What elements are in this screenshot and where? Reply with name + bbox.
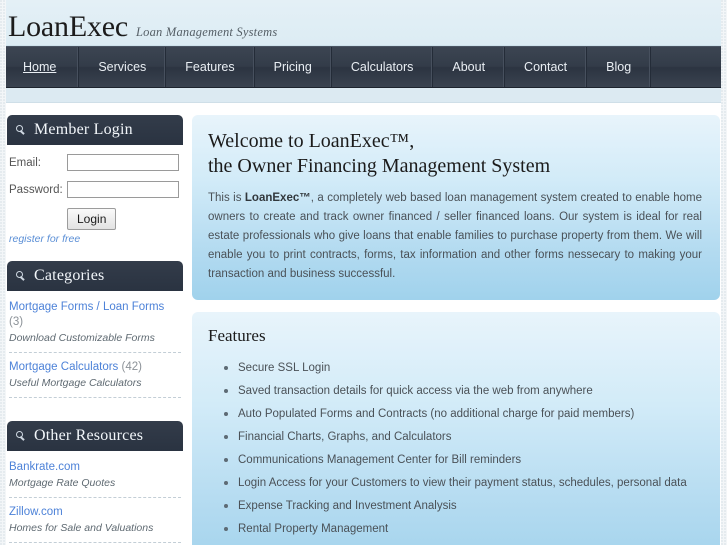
list-item: Rental Property Management [224,521,702,544]
welcome-heading-line2: the Owner Financing Management System [208,155,551,177]
login-button-row: Login [67,208,181,230]
member-login-form: Email: Password: Login register for free [7,145,183,247]
key-icon [16,431,27,442]
masthead: LoanExec Loan Management Systems [0,0,727,46]
main-navigation: Home Services Features Pricing Calculato… [0,46,727,88]
site-logo[interactable]: LoanExec [8,12,128,42]
category-subtitle: Download Customizable Forms [9,332,155,344]
nav-label: About [452,60,486,74]
list-item: Bankrate.com Mortgage Rate Quotes [9,460,181,498]
nav-item-calculators[interactable]: Calculators [332,47,434,87]
card-welcome: Welcome to LoanExec™, the Owner Financin… [192,115,720,300]
list-item: Saved transaction details for quick acce… [224,383,702,406]
features-list: Secure SSL Login Saved transaction detai… [208,360,702,544]
features-heading: Features [208,326,266,345]
nav-item-home[interactable]: Home [0,47,80,87]
email-row: Email: [9,154,181,171]
list-item: Mortgage Forms / Loan Forms (3) Download… [9,300,181,353]
nav-label: Calculators [350,60,414,74]
nav-item-services[interactable]: Services [79,47,167,87]
welcome-lead: This is [208,192,245,204]
email-input[interactable] [67,154,179,171]
nav-label: Home [23,60,57,74]
list-item: Communications Management Center for Bil… [224,452,702,475]
panel-header-member-login: Member Login [7,115,183,145]
password-row: Password: [9,181,181,198]
nav-under-strip [0,88,727,103]
site-tagline: Loan Management Systems [136,25,278,39]
resource-link[interactable]: Bankrate.com [9,460,181,475]
key-icon [16,271,27,282]
password-label: Password: [9,183,63,196]
list-item: Financial Charts, Graphs, and Calculator… [224,429,702,452]
card-features: Features Secure SSL Login Saved transact… [192,312,720,545]
panel-title: Other Resources [34,427,144,444]
category-name: Mortgage Forms / Loan Forms [9,301,165,313]
main-column: Welcome to LoanExec™, the Owner Financin… [192,115,720,545]
sidebar: Member Login Email: Password: Login regi… [7,115,183,545]
nav-item-pricing[interactable]: Pricing [255,47,332,87]
list-item: Zillow.com Homes for Sale and Valuations [9,505,181,543]
panel-header-categories: Categories [7,261,183,291]
list-item: Auto Populated Forms and Contracts (no a… [224,406,702,429]
resource-link[interactable]: Zillow.com [9,505,181,520]
category-name: Mortgage Calculators [9,361,119,373]
nav-item-features[interactable]: Features [166,47,255,87]
brand-logo-area[interactable]: LoanExec Loan Management Systems [8,12,277,42]
category-count: (3) [9,316,24,328]
welcome-brand: LoanExec™ [244,192,311,204]
right-edge-strip [721,0,727,545]
password-input[interactable] [67,181,179,198]
resources-list: Bankrate.com Mortgage Rate Quotes Zillow… [7,451,183,545]
list-item: Login Access for your Customers to view … [224,475,702,498]
resource-subtitle: Mortgage Rate Quotes [9,477,116,489]
welcome-heading-line1: Welcome to LoanExec™, [208,130,415,152]
category-count: (42) [121,361,142,373]
panel-title: Member Login [34,121,133,138]
email-label: Email: [9,156,41,169]
nav-filler [651,47,727,87]
category-subtitle: Useful Mortgage Calculators [9,377,142,389]
welcome-heading: Welcome to LoanExec™, the Owner Financin… [208,129,702,179]
nav-label: Pricing [273,60,312,74]
content-area: Member Login Email: Password: Login regi… [0,103,727,545]
key-icon [16,125,27,136]
nav-item-about[interactable]: About [433,47,506,87]
categories-list: Mortgage Forms / Loan Forms (3) Download… [7,291,183,407]
welcome-paragraph: This is LoanExec™, a completely web base… [208,189,702,284]
panel-other-resources: Other Resources Bankrate.com Mortgage Ra… [7,421,183,545]
list-item: Expense Tracking and Investment Analysis [224,498,702,521]
register-for-free-link[interactable]: register for free [9,233,181,245]
category-link[interactable]: Mortgage Forms / Loan Forms (3) [9,300,181,330]
nav-item-blog[interactable]: Blog [587,47,652,87]
panel-title: Categories [34,267,105,284]
nav-label: Services [98,60,147,74]
welcome-rest: , a completely web based loan management… [208,192,703,280]
panel-categories: Categories Mortgage Forms / Loan Forms (… [7,261,183,407]
panel-header-other-resources: Other Resources [7,421,183,451]
nav-label: Features [185,60,235,74]
list-item: Mortgage Calculators (42) Useful Mortgag… [9,360,181,398]
page-root: LoanExec Loan Management Systems Home Se… [0,0,727,545]
resource-subtitle: Homes for Sale and Valuations [9,522,154,534]
nav-item-contact[interactable]: Contact [505,47,588,87]
list-item: Secure SSL Login [224,360,702,383]
login-button[interactable]: Login [67,208,117,230]
nav-label: Contact [524,60,568,74]
nav-label: Blog [606,60,632,74]
panel-member-login: Member Login Email: Password: Login regi… [7,115,183,247]
category-link[interactable]: Mortgage Calculators (42) [9,360,181,375]
left-edge-strip [0,0,6,545]
